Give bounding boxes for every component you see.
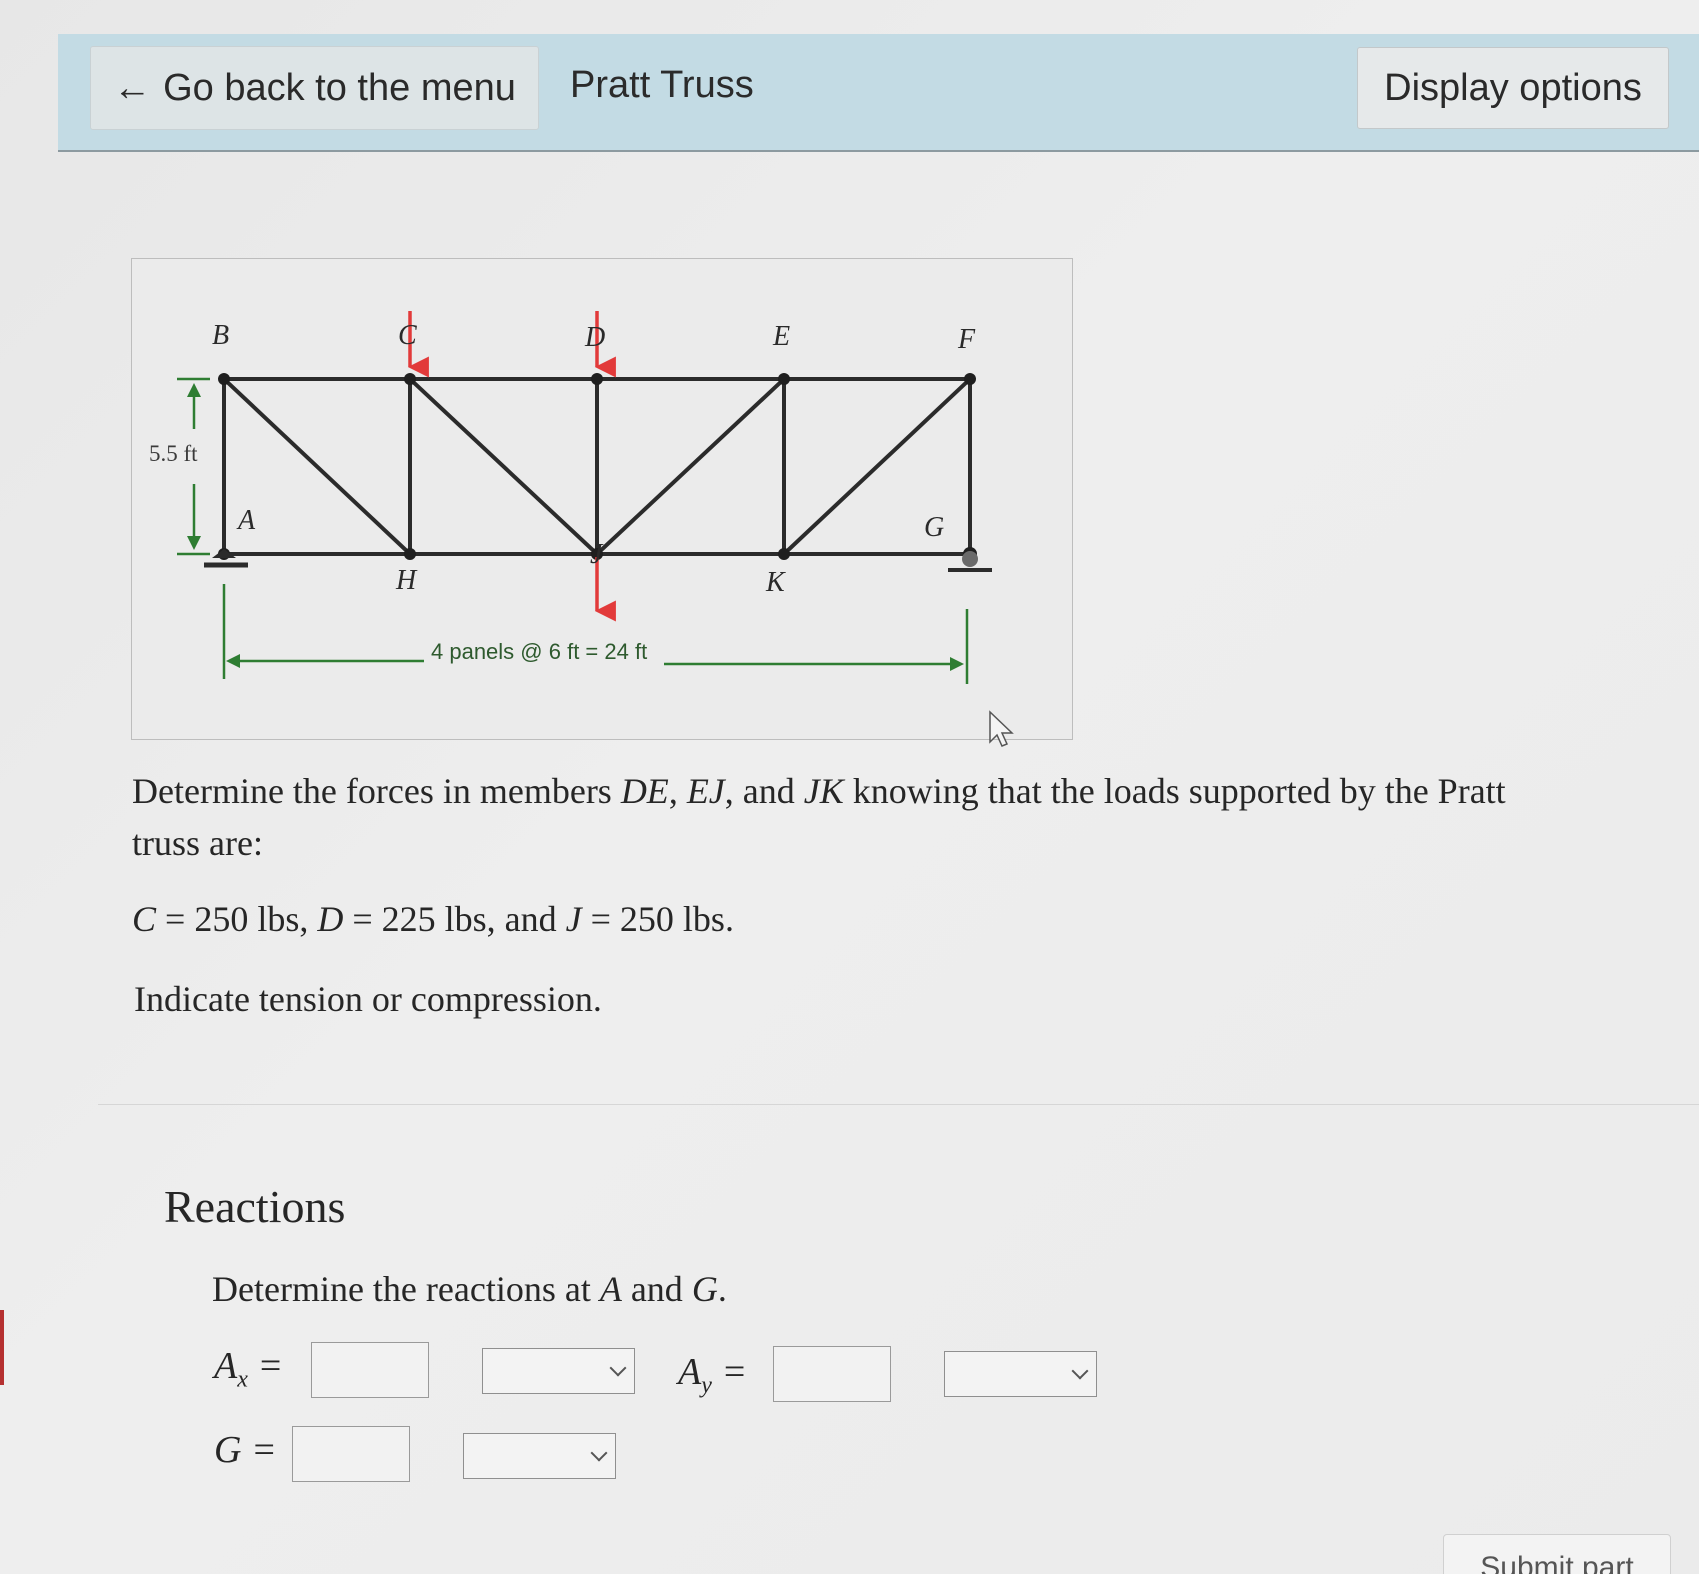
height-dimension <box>177 377 210 556</box>
problem-sep-1: , <box>668 771 687 811</box>
g-value-input[interactable] <box>292 1426 410 1482</box>
ay-equals: = <box>723 1351 746 1393</box>
member-ej: EJ <box>686 771 725 811</box>
left-arrow-icon: ← <box>113 66 152 109</box>
reactions-prompt-end: . <box>717 1269 727 1309</box>
problem-statement: Determine the forces in members DE, EJ, … <box>132 765 1552 869</box>
load-c-value: = 250 lbs, <box>156 899 318 939</box>
ax-label-letter: A <box>214 1345 238 1387</box>
load-d-value: = 225 lbs, and <box>343 899 566 939</box>
display-options-button[interactable]: Display options <box>1357 47 1669 129</box>
top-bar: ← Go back to the menu Pratt Truss Displa… <box>58 34 1699 152</box>
span-label: 4 panels @ 6 ft = 24 ft <box>431 639 647 664</box>
submit-part-button[interactable]: Submit part <box>1443 1534 1671 1574</box>
ay-direction-select[interactable] <box>944 1351 1097 1397</box>
page: ← Go back to the menu Pratt Truss Displa… <box>0 0 1699 1574</box>
span-dim-left-arrow <box>226 654 240 668</box>
height-label: 5.5 ft <box>149 441 198 466</box>
joint-c <box>404 373 416 385</box>
ax-label-sub: x <box>237 1366 248 1393</box>
span-dim-right-arrow <box>950 657 964 671</box>
ay-label-letter: A <box>678 1351 702 1393</box>
label-f: F <box>957 324 976 355</box>
member-de: DE <box>620 771 669 811</box>
label-a: A <box>236 505 256 536</box>
joint-f <box>964 373 976 385</box>
truss-diagram: B C D E F A H J K G 5.5 ft 4 panels @ 6 … <box>149 311 992 684</box>
joint-k <box>778 548 790 560</box>
label-h: H <box>395 565 418 596</box>
load-j-var: J <box>565 899 582 939</box>
reactions-prompt-text: Determine the reactions at <box>212 1269 600 1309</box>
load-arrows <box>407 311 616 622</box>
chevron-down-icon <box>590 1444 608 1462</box>
g-label: G = <box>214 1428 275 1472</box>
reactions-prompt-g: G <box>691 1269 718 1309</box>
member-ej <box>595 377 786 556</box>
mouse-cursor-icon <box>989 710 1014 747</box>
chevron-down-icon <box>609 1359 627 1377</box>
ax-direction-select[interactable] <box>482 1348 635 1394</box>
back-to-menu-button[interactable]: ← Go back to the menu <box>90 46 539 130</box>
load-j-value: = 250 lbs. <box>581 899 734 939</box>
reactions-prompt: Determine the reactions at A and G. <box>212 1268 727 1310</box>
ay-label-sub: y <box>701 1372 712 1399</box>
reactions-prompt-and: and <box>621 1269 692 1309</box>
label-d: D <box>584 322 605 353</box>
ax-equals: = <box>259 1345 282 1387</box>
g-direction-select[interactable] <box>463 1433 616 1479</box>
member-cj <box>408 377 599 556</box>
load-d-var: D <box>317 899 344 939</box>
label-k: K <box>765 567 786 598</box>
joint-e <box>778 373 790 385</box>
load-c-var: C <box>132 899 157 939</box>
joint-d <box>591 373 603 385</box>
back-to-menu-label: Go back to the menu <box>163 66 516 109</box>
chevron-down-icon <box>1071 1362 1089 1380</box>
joint-b <box>218 373 230 385</box>
left-edge-accent <box>0 1310 4 1385</box>
reactions-heading: Reactions <box>164 1181 346 1232</box>
height-dim-down-arrow <box>187 536 201 550</box>
ay-label: Ay = <box>678 1350 745 1400</box>
ax-value-input[interactable] <box>311 1342 429 1398</box>
instruction-text: Indicate tension or compression. <box>134 979 602 1019</box>
roller-support-g <box>962 551 978 567</box>
label-j: J <box>590 539 604 570</box>
ay-value-input[interactable] <box>773 1346 891 1402</box>
load-values: C = 250 lbs, D = 225 lbs, and J = 250 lb… <box>132 898 734 940</box>
g-label-letter: G <box>214 1429 242 1471</box>
label-c: C <box>398 320 417 351</box>
label-g: G <box>924 512 944 543</box>
page-title: Pratt Truss <box>570 64 754 106</box>
truss-members <box>222 377 972 556</box>
ax-label: Ax = <box>214 1344 281 1394</box>
reactions-prompt-a: A <box>599 1269 622 1309</box>
joint-h <box>404 548 416 560</box>
problem-sep-2: , and <box>724 771 804 811</box>
truss-figure: B C D E F A H J K G 5.5 ft 4 panels @ 6 … <box>131 258 1073 740</box>
member-jk: JK <box>803 771 844 811</box>
section-divider <box>98 1104 1699 1105</box>
label-b: B <box>212 320 229 351</box>
problem-intro: Determine the forces in members <box>132 771 621 811</box>
g-equals: = <box>253 1429 275 1471</box>
height-dim-up-arrow <box>187 383 201 397</box>
label-e: E <box>772 321 790 352</box>
node-labels: B C D E F A H J K G <box>212 320 976 598</box>
